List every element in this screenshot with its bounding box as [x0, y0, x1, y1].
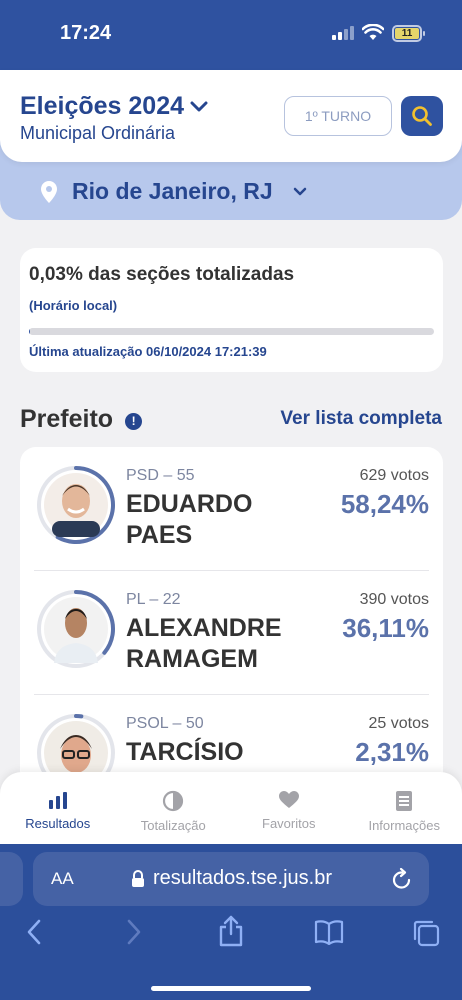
- cellular-signal-icon: [332, 26, 354, 40]
- battery-level: 11: [395, 28, 419, 39]
- tab-resultados[interactable]: Resultados: [0, 772, 116, 844]
- browser-chrome: AA resultados.tse.jus.br: [0, 844, 462, 1000]
- candidate-votes: 629 votos: [359, 467, 429, 484]
- local-time-note: (Horário local): [29, 298, 118, 313]
- pie-icon: [163, 790, 184, 812]
- document-icon: [396, 791, 413, 811]
- browser-toolbar: [0, 915, 462, 953]
- turno-button[interactable]: 1º TURNO: [284, 96, 392, 136]
- share-icon[interactable]: [218, 915, 244, 952]
- candidate-name: ALEXANDRE RAMAGEM: [126, 614, 282, 673]
- info-icon[interactable]: !: [125, 412, 143, 430]
- location-label: Rio de Janeiro, RJ: [72, 178, 273, 204]
- back-icon[interactable]: [26, 919, 42, 950]
- candidate-party: PSD – 55: [126, 467, 195, 484]
- url-display[interactable]: resultados.tse.jus.br: [131, 867, 332, 890]
- text-size-button[interactable]: AA: [51, 869, 74, 889]
- section-title: Prefeito: [20, 405, 114, 433]
- bottom-tab-bar: Resultados Totalização Favoritos Informa…: [0, 772, 462, 844]
- candidate-votes: 390 votos: [359, 591, 429, 608]
- bookmarks-icon[interactable]: [314, 919, 344, 950]
- battery-icon: 11: [392, 25, 425, 42]
- wifi-icon: [362, 24, 384, 40]
- tab-favoritos[interactable]: Favoritos: [231, 772, 347, 844]
- candidate-name: TARCÍSIO: [126, 738, 244, 766]
- forward-icon[interactable]: [126, 919, 142, 950]
- see-full-list-link[interactable]: Ver lista completa: [280, 408, 442, 430]
- tab-informacoes[interactable]: Informações: [347, 772, 462, 844]
- status-time: 17:24: [60, 22, 112, 44]
- candidate-party: PSOL – 50: [126, 715, 204, 732]
- previous-tab-preview[interactable]: [0, 852, 23, 906]
- chevron-down-icon: [190, 101, 208, 111]
- status-bar: 17:24 11: [0, 0, 462, 70]
- app-header: Eleições 2024 Municipal Ordinária 1º TUR…: [0, 70, 462, 162]
- lock-icon: [132, 869, 144, 887]
- tab-label: Resultados: [25, 816, 91, 831]
- candidate-row[interactable]: PSD – 55 EDUARDO PAES 629 votos 58,24%: [34, 447, 429, 571]
- candidate-avatar: [37, 466, 115, 544]
- chevron-down-icon: [293, 187, 306, 195]
- election-subtitle: Municipal Ordinária: [20, 123, 176, 143]
- reload-icon[interactable]: [391, 867, 413, 891]
- bar-chart-icon: [48, 792, 67, 809]
- candidate-row[interactable]: PL – 22 ALEXANDRE RAMAGEM 390 votos 36,11…: [34, 571, 429, 695]
- candidate-avatar: [37, 590, 115, 668]
- section-heading: Prefeito !: [20, 405, 143, 434]
- election-selector[interactable]: Eleições 2024: [20, 92, 208, 121]
- home-indicator: [151, 986, 311, 991]
- candidate-percent: 36,11%: [342, 613, 429, 643]
- search-button[interactable]: [401, 96, 443, 136]
- last-update: Última atualização 06/10/2024 17:21:39: [29, 344, 267, 359]
- candidate-votes: 25 votos: [368, 715, 429, 732]
- election-title: Eleições 2024: [20, 92, 185, 120]
- candidate-party: PL – 22: [126, 591, 181, 608]
- tabs-icon[interactable]: [412, 919, 440, 952]
- tab-label: Totalização: [140, 818, 206, 833]
- tab-totalizacao[interactable]: Totalização: [116, 772, 232, 844]
- url-text: resultados.tse.jus.br: [153, 867, 332, 889]
- heart-icon: [278, 791, 299, 808]
- totalization-card: 0,03% das seções totalizadas (Horário lo…: [20, 248, 443, 372]
- totalization-progress-bar: [29, 328, 434, 335]
- candidate-percent: 58,24%: [340, 489, 429, 519]
- location-selector[interactable]: Rio de Janeiro, RJ: [40, 178, 307, 205]
- location-pin-icon: [41, 180, 57, 203]
- tab-label: Informações: [368, 818, 441, 833]
- address-bar[interactable]: AA resultados.tse.jus.br: [33, 852, 429, 906]
- totalization-title: 0,03% das seções totalizadas: [29, 264, 295, 285]
- search-icon: [412, 106, 432, 126]
- candidate-percent: 2,31%: [355, 737, 429, 767]
- tab-label: Favoritos: [262, 816, 316, 831]
- candidate-name: EDUARDO PAES: [126, 490, 253, 549]
